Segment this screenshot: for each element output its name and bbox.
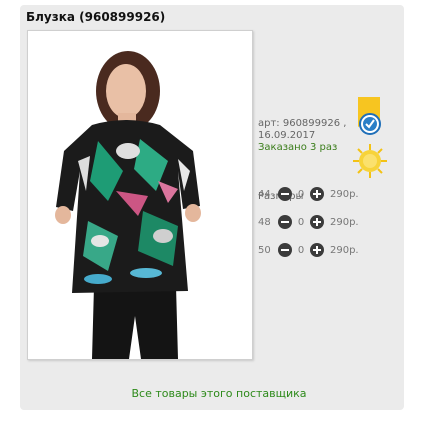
quantity-value: 0 <box>297 216 305 228</box>
plus-icon[interactable] <box>310 215 324 229</box>
size-label: 50 <box>258 244 271 256</box>
product-info: арт: 960899926 , 16.09.2017 Заказано 3 р… <box>258 118 346 154</box>
size-label: 48 <box>258 216 271 228</box>
size-row-48: 48 0 290р. <box>258 213 359 231</box>
bookmark-icon[interactable] <box>356 97 382 137</box>
product-photo[interactable] <box>27 30 253 360</box>
price: 290р. <box>330 188 359 200</box>
size-label: 44 <box>258 188 271 200</box>
supplier-products-link[interactable]: Все товары этого поставщика <box>0 387 438 400</box>
size-row-44: 44 0 290р. <box>258 185 359 203</box>
product-date: 16.09.2017 <box>258 130 316 141</box>
minus-icon[interactable] <box>278 243 292 257</box>
quantity-value: 0 <box>297 244 305 256</box>
sun-icon <box>352 143 388 179</box>
minus-icon[interactable] <box>278 215 292 229</box>
check-icon <box>359 113 381 135</box>
plus-icon[interactable] <box>310 243 324 257</box>
minus-icon[interactable] <box>278 187 292 201</box>
product-title: Блузка (960899926) <box>26 10 166 24</box>
price: 290р. <box>330 244 359 256</box>
plus-icon[interactable] <box>310 187 324 201</box>
ordered-count: Заказано 3 раз <box>258 142 338 153</box>
size-row-50: 50 0 290р. <box>258 241 359 259</box>
article-number: арт: 960899926 , <box>258 118 347 129</box>
price: 290р. <box>330 216 359 228</box>
quantity-value: 0 <box>297 188 305 200</box>
